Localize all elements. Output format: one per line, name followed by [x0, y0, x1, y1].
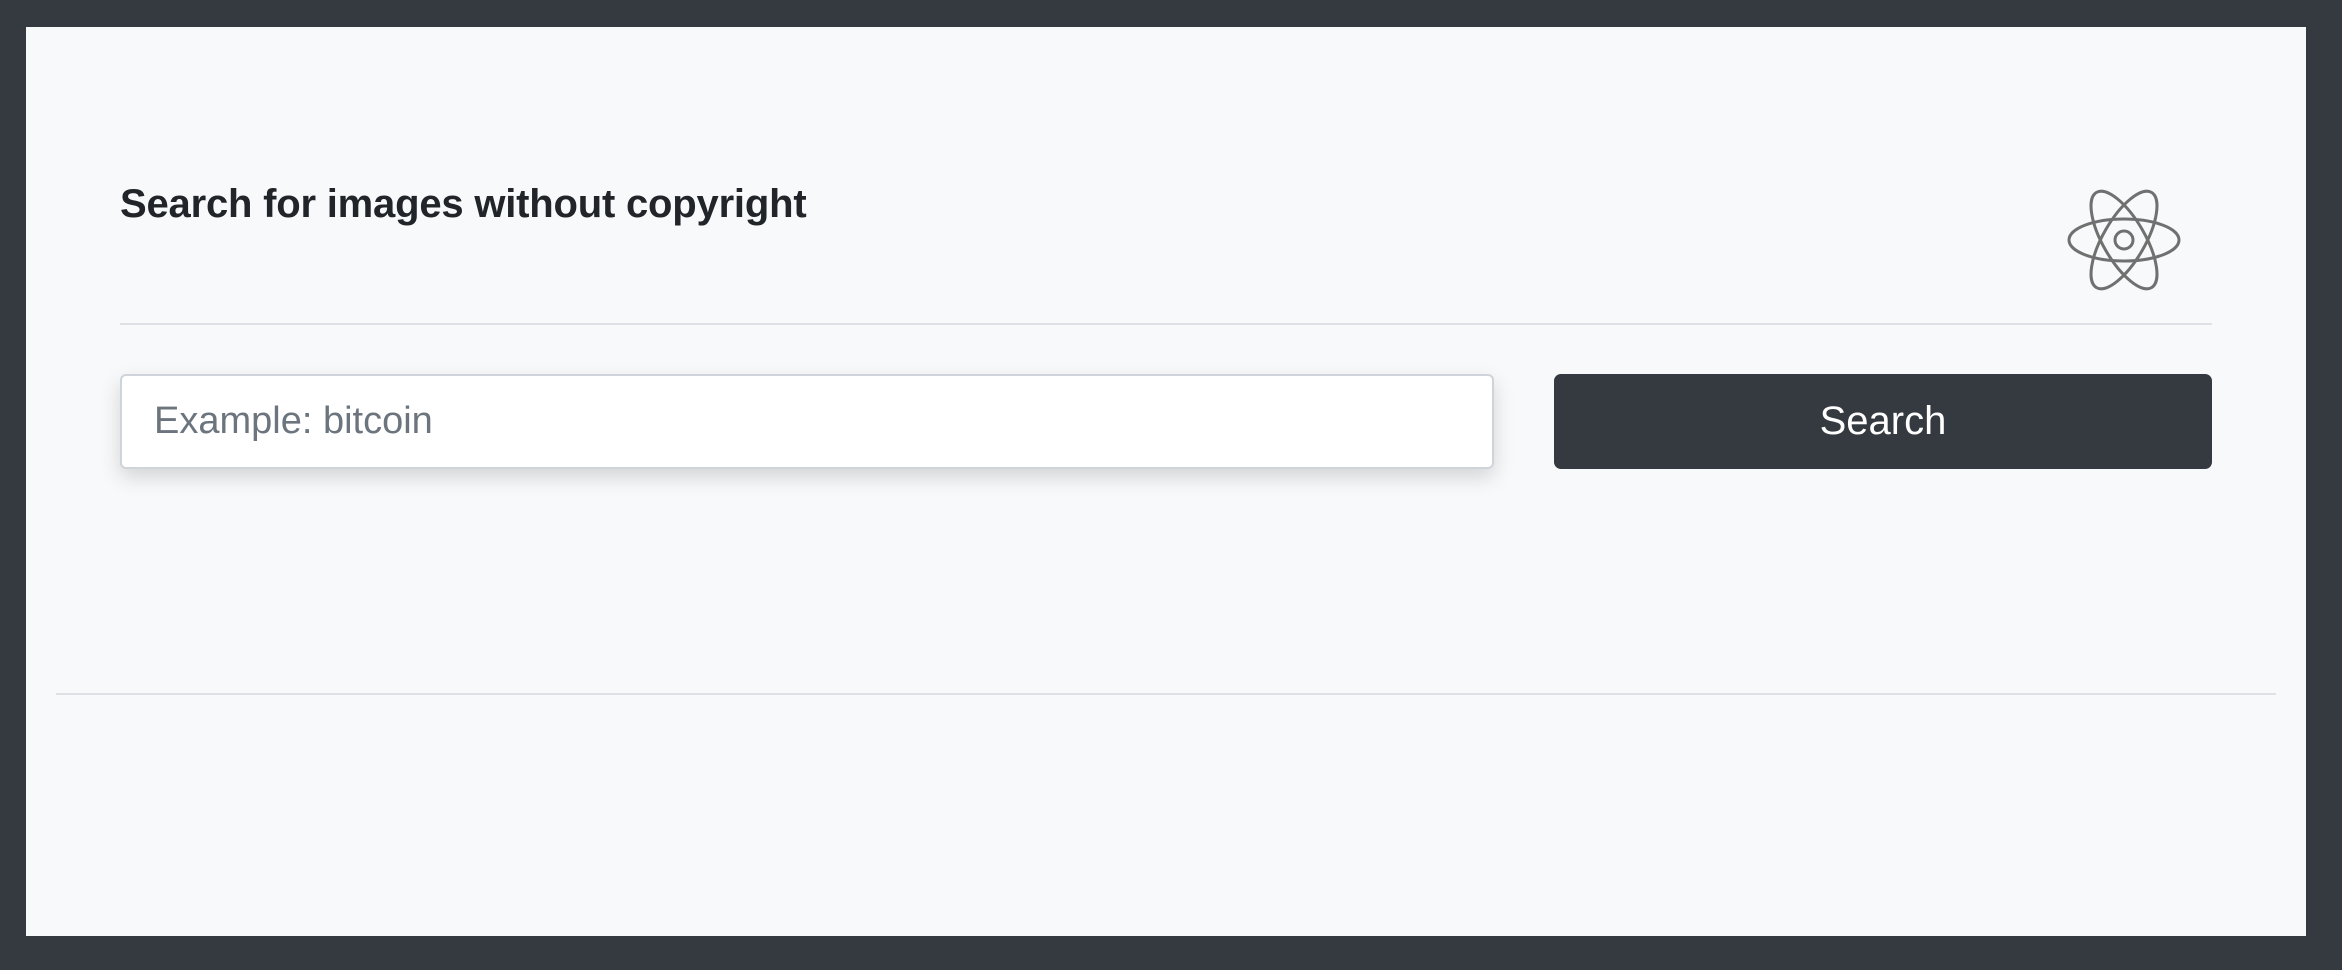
- page-title: Search for images without copyright: [120, 182, 807, 226]
- header-divider: [120, 323, 2212, 325]
- page-container: Search for images without copyright Sear…: [26, 27, 2306, 936]
- react-atom-icon: [2067, 189, 2181, 291]
- search-button[interactable]: Search: [1554, 374, 2212, 469]
- content-divider: [56, 693, 2276, 695]
- search-input[interactable]: [120, 374, 1494, 469]
